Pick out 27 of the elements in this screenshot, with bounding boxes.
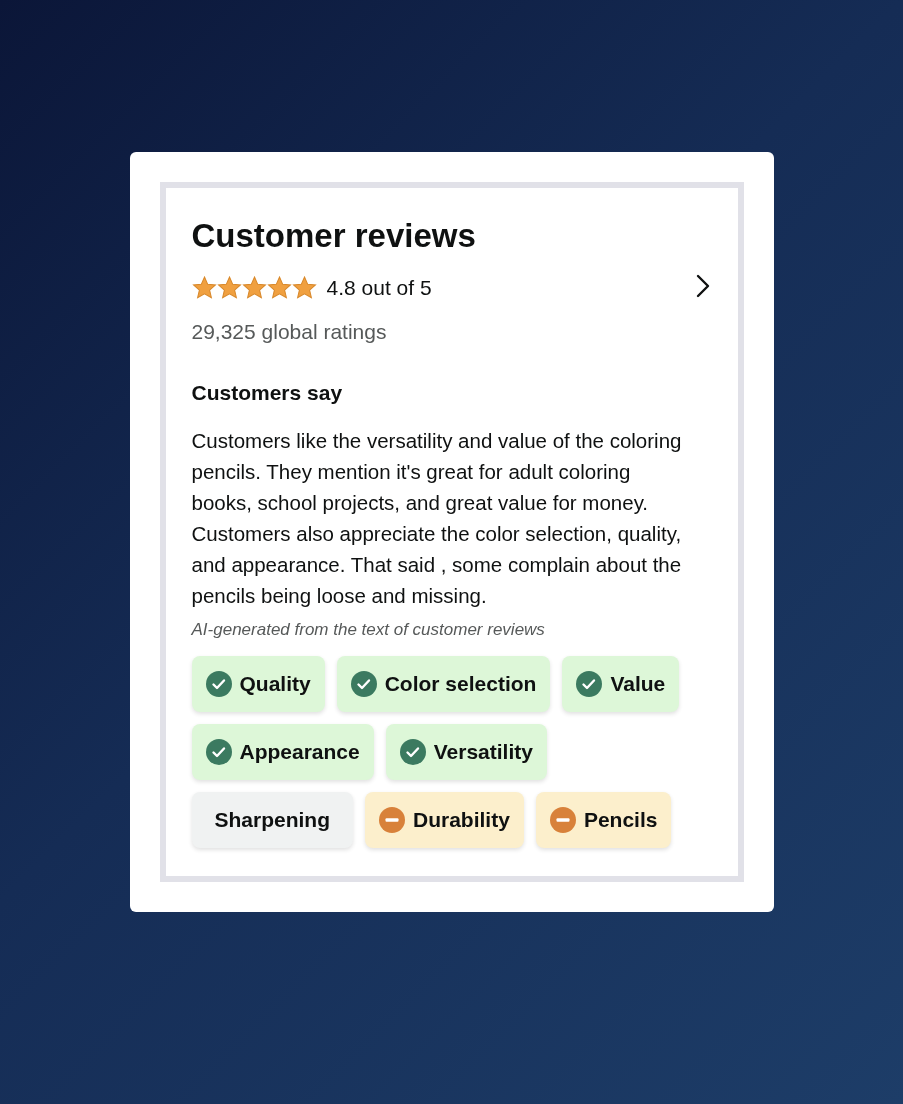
aspect-chip[interactable]: Appearance (191, 724, 374, 780)
star-icon (291, 275, 317, 300)
section-title: Customer reviews (191, 216, 476, 256)
check-icon (399, 739, 426, 765)
check-icon (350, 671, 377, 697)
review-summary: Customers like the versatility and value of the coloring pencils. They mention it's great for adult coloring books, school projects, and great value for money. Customers also appreciate the color selection, quality, and appearance. That said , some complain about the pencils being loose and missing. (191, 427, 683, 609)
aspect-chip[interactable]: Sharpening (191, 792, 353, 848)
global-ratings: 29,325 global ratings (191, 318, 388, 345)
rating-text: 4.8 out of 5 (326, 275, 432, 301)
star-icon (266, 275, 292, 300)
check-icon (205, 739, 232, 765)
aspect-chip[interactable]: Pencils (535, 792, 672, 848)
aspect-chip[interactable]: Durability (365, 792, 524, 848)
section-heading: Customers say (191, 380, 344, 406)
star-icon (241, 275, 267, 300)
aspect-chip[interactable]: Color selection (336, 656, 551, 712)
minus-icon (379, 807, 405, 833)
check-icon (205, 671, 232, 697)
check-icon (576, 671, 603, 697)
star-icon (191, 275, 217, 300)
aspect-chip[interactable]: Versatility (385, 724, 547, 780)
star-icon (216, 275, 242, 300)
ai-note: AI-generated from the text of customer reviews (191, 618, 546, 641)
aspect-chip[interactable]: Quality (191, 656, 325, 712)
aspect-chip[interactable]: Value (562, 656, 680, 712)
chevron-right-icon[interactable] (695, 274, 710, 298)
minus-icon (549, 807, 576, 833)
